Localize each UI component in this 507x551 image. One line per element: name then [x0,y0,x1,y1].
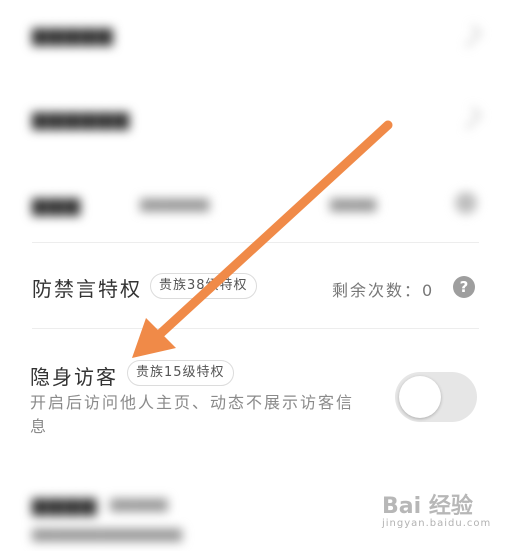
settings-screen: ▆▆▆▆▆ ▆▆▆▆▆▆ ▆▆▆ ▆▆▆▆▆▆ ▆▆▆▆ 防禁言特权 贵族38级… [0,0,507,551]
watermark-url: jingyan.baidu.com [382,518,492,529]
annotation-arrow-icon [132,120,393,358]
baidu-jingyan-watermark: Bai 经验 jingyan.baidu.com [382,488,491,529]
arrow-shaft [155,120,393,339]
watermark-brand: Bai 经验 [382,494,473,519]
